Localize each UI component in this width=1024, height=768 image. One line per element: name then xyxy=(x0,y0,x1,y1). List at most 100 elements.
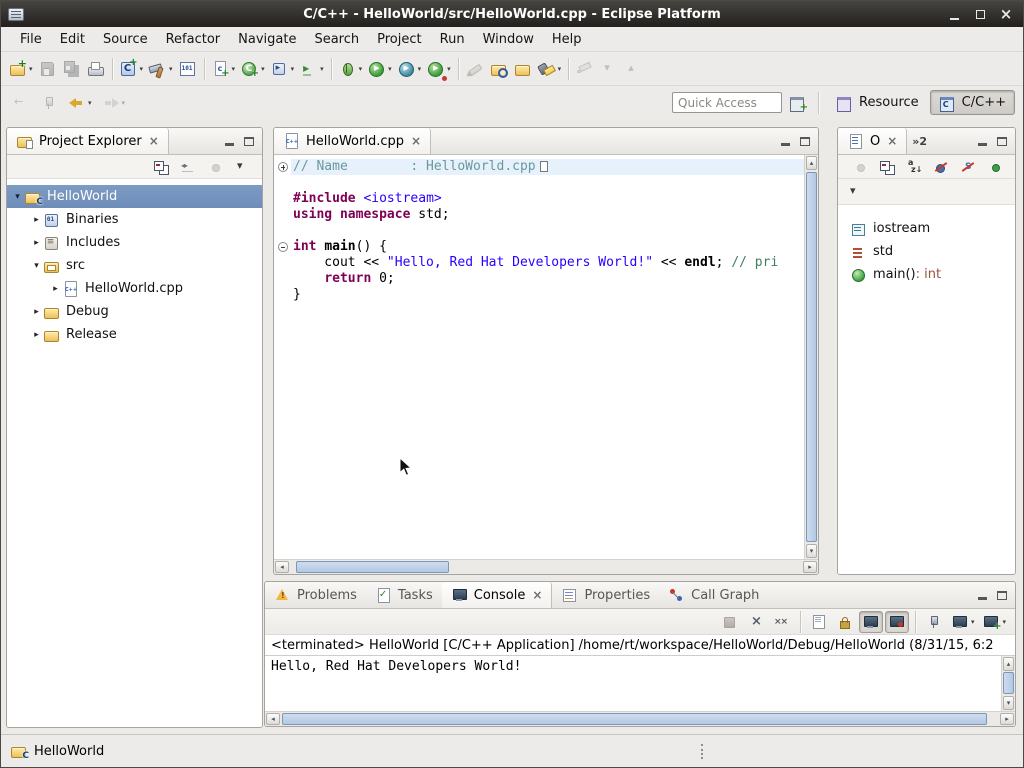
folded-region-icon[interactable] xyxy=(540,161,548,172)
console-horizontal-scrollbar[interactable]: ◂ ▸ xyxy=(265,711,1015,726)
view-menu-button[interactable] xyxy=(231,156,255,177)
sort-button[interactable] xyxy=(903,156,927,177)
menu-navigate[interactable]: Navigate xyxy=(229,29,305,50)
tree-item-helloworld-cpp[interactable]: ▸HelloWorld.cpp xyxy=(7,277,262,300)
minimize-view-icon[interactable] xyxy=(978,597,987,600)
fold-plus-icon[interactable] xyxy=(274,159,291,175)
minimize-button[interactable] xyxy=(945,5,963,23)
hide-fields-button[interactable] xyxy=(930,156,954,177)
tab-problems[interactable]: Problems xyxy=(265,582,366,608)
console-output[interactable]: Hello, Red Hat Developers World! xyxy=(265,656,1001,711)
remove-launch-button[interactable] xyxy=(744,611,768,633)
outline-item-std[interactable]: std xyxy=(838,240,1015,263)
editor-vertical-scrollbar[interactable]: ▴ ▾ xyxy=(804,155,818,559)
expander-icon[interactable]: ▸ xyxy=(30,215,43,225)
menu-edit[interactable]: Edit xyxy=(51,29,94,50)
status-sash-handle[interactable] xyxy=(701,744,703,759)
build-button[interactable]: ▾ xyxy=(146,56,176,81)
open-perspective-button[interactable] xyxy=(786,90,810,115)
menu-help[interactable]: Help xyxy=(543,29,591,50)
hide-static-members-button[interactable] xyxy=(957,156,981,177)
tab-properties[interactable]: Properties xyxy=(552,582,659,608)
scrollbar-thumb[interactable] xyxy=(282,713,987,725)
clear-console-button[interactable] xyxy=(807,611,831,633)
show-console-stderr-button[interactable] xyxy=(885,611,909,633)
pin-console-button[interactable] xyxy=(922,611,946,633)
outline-item-main[interactable]: main() : int xyxy=(838,263,1015,286)
console-vertical-scrollbar[interactable]: ▴ ▾ xyxy=(1001,656,1015,711)
open-resource-button[interactable] xyxy=(511,56,535,81)
tree-item-includes[interactable]: ▸Includes xyxy=(7,231,262,254)
menu-refactor[interactable]: Refactor xyxy=(157,29,230,50)
tab-call-graph[interactable]: Call Graph xyxy=(659,582,768,608)
scroll-lock-button[interactable] xyxy=(833,611,857,633)
scrollbar-track[interactable] xyxy=(290,560,802,574)
scroll-right-icon[interactable]: ▸ xyxy=(803,561,817,573)
close-button[interactable]: × xyxy=(997,5,1015,23)
tree-item-src[interactable]: ▾src xyxy=(7,254,262,277)
show-console-stdout-button[interactable] xyxy=(859,611,883,633)
new-source-file-button[interactable]: ▾ xyxy=(209,56,239,81)
open-element-button[interactable] xyxy=(487,56,511,81)
editor-horizontal-scrollbar[interactable]: ◂ ▸ xyxy=(274,559,818,574)
remove-all-terminated-button[interactable] xyxy=(770,611,794,633)
expander-icon[interactable]: ▸ xyxy=(30,238,43,248)
tab-project-explorer[interactable]: Project Explorer × xyxy=(7,128,169,154)
tab-helloworld-cpp[interactable]: HelloWorld.cpp × xyxy=(274,128,431,154)
outline-item-iostream[interactable]: iostream xyxy=(838,217,1015,240)
open-console-button[interactable]: ▾ xyxy=(979,611,1009,633)
scrollbar-track[interactable] xyxy=(1002,672,1015,695)
close-tab-icon[interactable]: × xyxy=(149,134,159,148)
search-button[interactable]: ▾ xyxy=(535,56,565,81)
close-tab-icon[interactable]: × xyxy=(411,134,421,148)
tree-item-helloworld[interactable]: ▾HelloWorld xyxy=(7,185,262,208)
scroll-left-icon[interactable]: ◂ xyxy=(266,713,280,725)
scrollbar-track[interactable] xyxy=(281,712,999,726)
quick-access-input[interactable] xyxy=(672,92,782,113)
scrollbar-thumb[interactable] xyxy=(1003,672,1014,694)
close-tab-icon[interactable]: × xyxy=(887,134,897,148)
hidden-tabs-indicator[interactable]: »2 xyxy=(907,135,932,148)
menu-file[interactable]: File xyxy=(11,29,51,50)
menu-search[interactable]: Search xyxy=(305,29,368,50)
tab-tasks[interactable]: Tasks xyxy=(366,582,442,608)
scroll-down-icon[interactable]: ▾ xyxy=(1003,696,1014,710)
tree-item-binaries[interactable]: ▸Binaries xyxy=(7,208,262,231)
hide-non-public-members-button[interactable] xyxy=(984,156,1008,177)
scrollbar-track[interactable] xyxy=(805,171,818,543)
expander-icon[interactable]: ▸ xyxy=(49,284,62,294)
debug-button[interactable]: ▾ xyxy=(336,56,366,81)
make-targets-button[interactable]: ▾ xyxy=(268,56,298,81)
profile-button[interactable]: ▾ xyxy=(395,56,425,81)
minimize-view-icon[interactable] xyxy=(225,143,234,146)
menu-source[interactable]: Source xyxy=(94,29,157,50)
view-menu-button[interactable] xyxy=(844,179,868,204)
scroll-down-icon[interactable]: ▾ xyxy=(806,544,817,558)
tree-item-debug[interactable]: ▸Debug xyxy=(7,300,262,323)
maximize-view-icon[interactable] xyxy=(800,137,810,146)
build-all-button[interactable] xyxy=(176,56,200,81)
scroll-left-icon[interactable]: ◂ xyxy=(275,561,289,573)
tab-outline[interactable]: O × xyxy=(838,128,907,154)
collapse-all-button[interactable] xyxy=(150,156,174,177)
perspective-c-c[interactable]: C/C++ xyxy=(930,90,1015,115)
maximize-view-icon[interactable] xyxy=(997,137,1007,146)
perspective-resource[interactable]: Resource xyxy=(827,90,928,115)
scrollbar-thumb[interactable] xyxy=(296,561,449,573)
maximize-view-icon[interactable] xyxy=(997,591,1007,600)
menu-project[interactable]: Project xyxy=(368,29,430,50)
launch-history-button[interactable]: ▾ xyxy=(297,56,327,81)
scroll-up-icon[interactable]: ▴ xyxy=(1003,657,1014,671)
collapse-all-button[interactable] xyxy=(876,156,900,177)
new-button[interactable]: ▾ xyxy=(6,56,36,81)
new-cpp-project-button[interactable]: ▾ xyxy=(117,56,147,81)
maximize-button[interactable] xyxy=(971,5,989,23)
tree-item-release[interactable]: ▸Release xyxy=(7,323,262,346)
window-menu-icon[interactable] xyxy=(8,8,24,21)
expander-icon[interactable]: ▾ xyxy=(30,261,43,271)
menu-run[interactable]: Run xyxy=(431,29,474,50)
external-tools-button[interactable]: ▾ xyxy=(424,56,454,81)
maximize-view-icon[interactable] xyxy=(244,137,254,146)
expander-icon[interactable]: ▾ xyxy=(11,192,24,202)
close-tab-icon[interactable]: × xyxy=(532,588,542,602)
